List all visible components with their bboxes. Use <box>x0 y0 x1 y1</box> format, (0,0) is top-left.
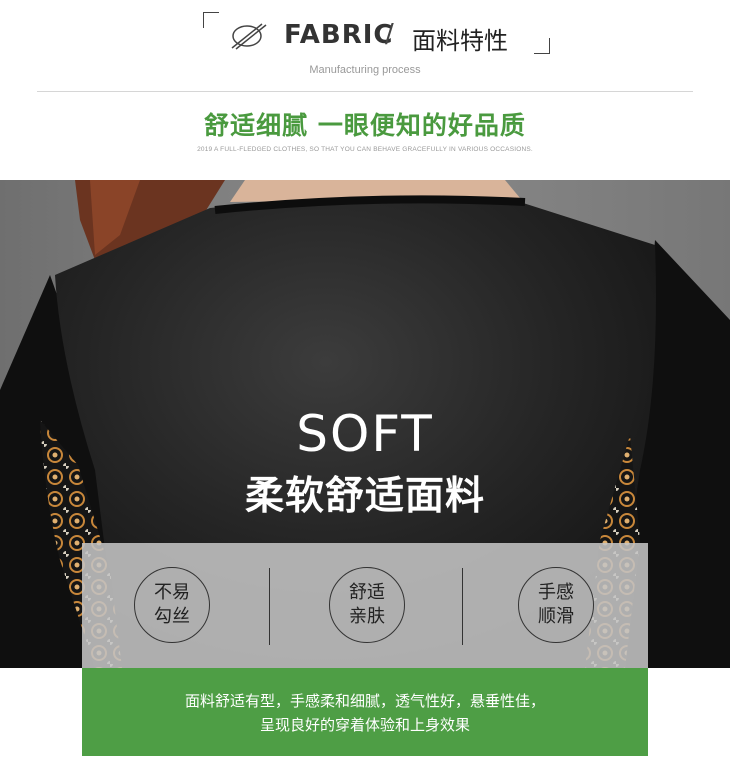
description-box: 面料舒适有型，手感柔和细腻，透气性好，悬垂性佳， 呈现良好的穿着体验和上身效果 <box>82 668 648 756</box>
description-line-1: 面料舒适有型，手感柔和细腻，透气性好，悬垂性佳， <box>184 692 545 710</box>
description-line-2: 呈现良好的穿着体验和上身效果 <box>259 716 470 734</box>
feature-badge-snag-resistant: 不易勾丝 <box>134 567 210 643</box>
feature-divider <box>462 568 463 645</box>
divider-line <box>37 91 693 92</box>
section-subtitle: Manufacturing process <box>309 64 421 76</box>
feature-divider <box>269 568 270 645</box>
slogan: 舒适细腻 一眼便知的好品质 <box>204 111 526 140</box>
section-title-en: FABRIC <box>284 20 394 50</box>
hero-subtitle: 柔软舒适面料 <box>244 474 485 519</box>
hero-title: SOFT <box>296 405 434 463</box>
features-band: 不易勾丝 舒适亲肤 手感顺滑 <box>82 543 648 668</box>
title-separator: / <box>385 19 394 49</box>
feature-label: 手感顺滑 <box>538 582 574 627</box>
header-section: FABRIC / 面料特性 Manufacturing process 舒适细腻… <box>0 0 730 180</box>
feature-label: 舒适亲肤 <box>349 582 385 627</box>
fabric-slash-circle-icon <box>231 23 267 50</box>
feature-badge-skin-friendly: 舒适亲肤 <box>329 567 405 643</box>
tagline: 2019 A FULL-FLEDGED CLOTHES, SO THAT YOU… <box>197 146 533 153</box>
corner-bracket-top-left <box>203 12 219 28</box>
corner-bracket-bottom-right <box>534 38 550 54</box>
feature-badge-smooth-touch: 手感顺滑 <box>518 567 594 643</box>
feature-label: 不易勾丝 <box>154 582 190 627</box>
section-title-cn: 面料特性 <box>412 27 508 55</box>
